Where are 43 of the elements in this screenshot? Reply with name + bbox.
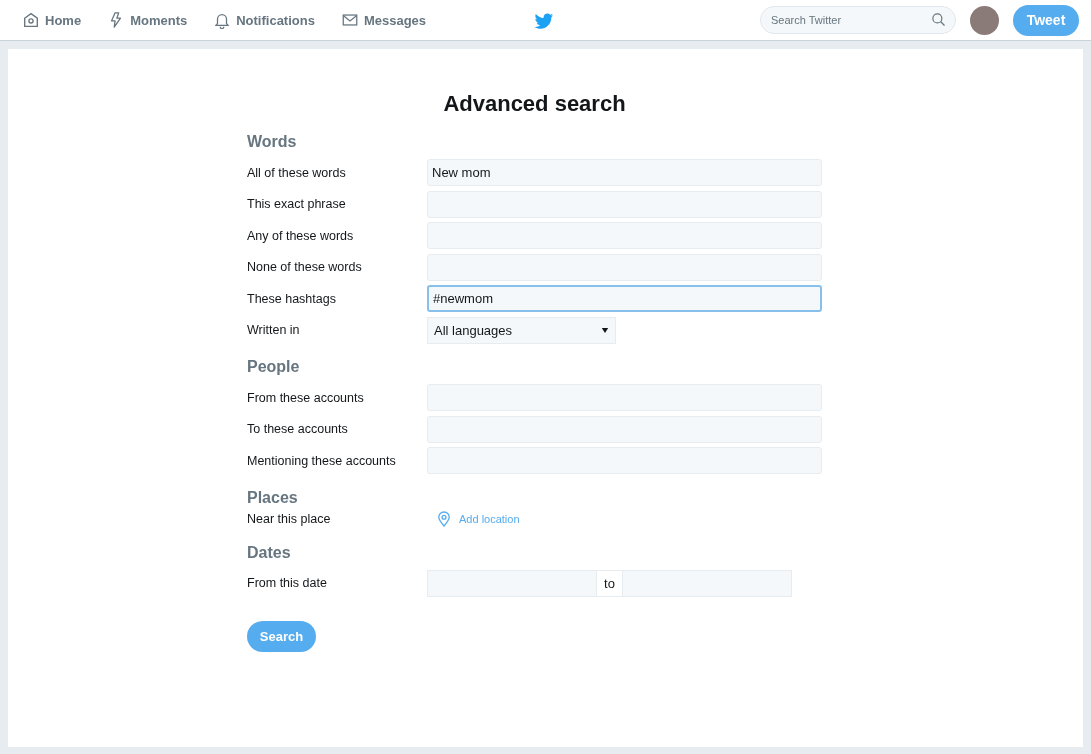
field-label: None of these words [247, 260, 363, 275]
input-field[interactable] [427, 415, 822, 443]
add-location-link[interactable]: Add location [437, 511, 520, 527]
field-label: These hashtags [247, 291, 337, 306]
section-heading: Words [247, 133, 298, 151]
location-pin-icon [437, 511, 451, 527]
bell-icon [213, 11, 232, 29]
input-field[interactable] [427, 447, 822, 475]
field-label: Any of these words [247, 228, 355, 243]
field-label: From these accounts [247, 390, 365, 405]
tweet-button[interactable]: Tweet [1013, 4, 1079, 36]
search-field[interactable]: Search Twitter [760, 6, 956, 34]
search-icon [931, 12, 946, 27]
section-heading: Places [247, 488, 299, 507]
avatar[interactable] [970, 5, 999, 35]
input-field[interactable]: New mom [427, 159, 822, 187]
start-date-field[interactable] [427, 569, 597, 597]
house-icon [22, 11, 40, 29]
section-heading: People [247, 358, 301, 376]
nav-link[interactable]: Home [22, 11, 82, 29]
nav-link[interactable]: Moments [107, 11, 188, 29]
search-button[interactable]: Search [247, 621, 316, 652]
input-field[interactable] [427, 253, 822, 281]
input-field[interactable]: #newmom [427, 285, 822, 313]
field-label: Mentioning these accounts [247, 453, 397, 468]
bird-logo-icon[interactable] [534, 13, 554, 30]
input-field[interactable] [427, 222, 822, 250]
envelope-icon [340, 11, 359, 29]
page-title: Advanced search [442, 91, 627, 117]
nav-link[interactable]: Messages [340, 11, 427, 29]
nav-link[interactable]: Notifications [213, 11, 315, 29]
field-label: Written in [247, 323, 301, 338]
section-heading: Dates [247, 543, 292, 562]
caret-icon [601, 326, 609, 334]
field-label: All of these words [247, 165, 347, 180]
input-field[interactable] [427, 190, 822, 218]
end-date-field[interactable] [622, 569, 792, 597]
field-label: To these accounts [247, 422, 349, 437]
input-field[interactable] [427, 384, 822, 412]
field-label: This exact phrase [247, 197, 347, 212]
language-dropdown[interactable]: All languages [427, 316, 616, 344]
field-label: Near this place [247, 512, 332, 526]
field-label: From this date [247, 576, 328, 591]
